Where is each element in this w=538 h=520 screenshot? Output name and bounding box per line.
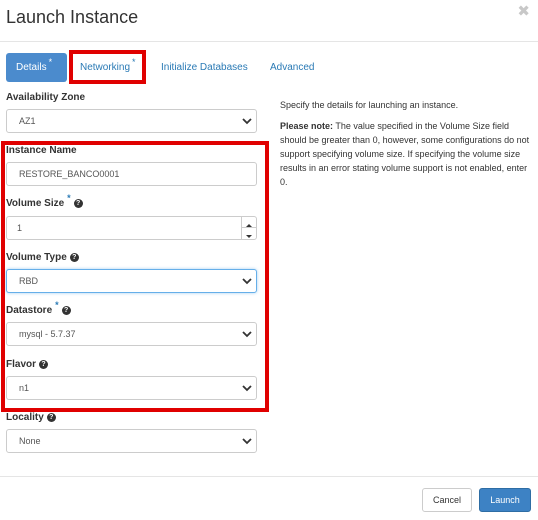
required-marker: * [48, 57, 53, 67]
info-note: Please note: The value specified in the … [280, 119, 532, 189]
tab-advanced-label: Advanced [270, 62, 315, 73]
tab-initialize-databases-label: Initialize Databases [161, 62, 248, 73]
tab-details-label: Details [16, 62, 47, 73]
tab-initialize-databases[interactable]: Initialize Databases [151, 53, 258, 82]
highlight-box-form-fields [1, 141, 269, 412]
tab-advanced[interactable]: Advanced [260, 53, 324, 82]
modal-header: Launch Instance ✖ [0, 0, 538, 42]
locality-value: None [19, 436, 41, 446]
modal-title: Launch Instance [6, 7, 139, 27]
info-intro: Specify the details for launching an ins… [280, 100, 459, 110]
info-note-label: Please note: [280, 121, 334, 131]
launch-button[interactable]: Launch [479, 488, 531, 512]
highlight-box-networking-tab [69, 50, 146, 84]
help-icon[interactable]: ? [46, 412, 56, 422]
availability-zone-select[interactable]: AZ1 [6, 109, 257, 133]
locality-select[interactable]: None [6, 429, 257, 453]
chevron-down-icon [242, 438, 252, 445]
cancel-button[interactable]: Cancel [422, 488, 472, 512]
chevron-down-icon [242, 118, 252, 125]
close-icon[interactable]: ✖ [517, 2, 530, 20]
availability-zone-value: AZ1 [19, 116, 36, 126]
availability-zone-label: Availability Zone [6, 92, 86, 103]
tab-details[interactable]: Details * [6, 53, 67, 82]
locality-label: Locality? [6, 412, 56, 423]
